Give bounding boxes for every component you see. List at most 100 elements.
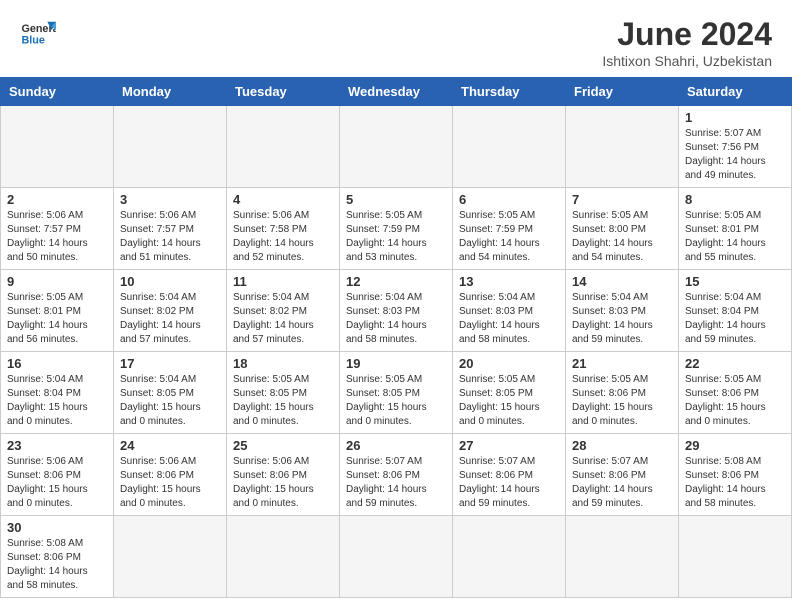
day-number: 1 [685,110,785,125]
day-info: Sunrise: 5:05 AM Sunset: 8:05 PM Dayligh… [346,373,446,429]
page-header: General Blue June 2024 Ishtixon Shahri, … [0,0,792,77]
calendar-day-cell: 13 Sunrise: 5:04 AM Sunset: 8:03 PM Dayli… [453,270,566,352]
calendar-day-cell [453,516,566,598]
weekday-header: Wednesday [340,78,453,106]
calendar-day-cell: 2 Sunrise: 5:06 AM Sunset: 7:57 PM Daylig… [1,188,114,270]
calendar-title: June 2024 [602,16,772,53]
day-number: 26 [346,438,446,453]
day-info: Sunrise: 5:05 AM Sunset: 8:01 PM Dayligh… [7,291,107,347]
title-block: June 2024 Ishtixon Shahri, Uzbekistan [602,16,772,69]
calendar-day-cell: 5 Sunrise: 5:05 AM Sunset: 7:59 PM Daylig… [340,188,453,270]
calendar-day-cell: 10Sunrise: 5:04 AM Sunset: 8:02 PM Dayli… [114,270,227,352]
day-number: 7 [572,192,672,207]
weekday-header: Monday [114,78,227,106]
day-info: Sunrise: 5:08 AM Sunset: 8:06 PM Dayligh… [7,537,107,593]
calendar-day-cell [114,106,227,188]
day-info: Sunrise: 5:07 AM Sunset: 8:06 PM Dayligh… [459,455,559,511]
calendar-day-cell [227,516,340,598]
calendar-day-cell [340,516,453,598]
day-info: Sunrise: 5:04 AM Sunset: 8:04 PM Dayligh… [7,373,107,429]
calendar-day-cell [679,516,792,598]
calendar-day-cell: 29Sunrise: 5:08 AM Sunset: 8:06 PM Dayli… [679,434,792,516]
logo: General Blue [20,16,56,52]
day-info: Sunrise: 5:05 AM Sunset: 8:05 PM Dayligh… [233,373,333,429]
day-info: Sunrise: 5:07 AM Sunset: 8:06 PM Dayligh… [346,455,446,511]
day-number: 4 [233,192,333,207]
day-number: 29 [685,438,785,453]
day-info: Sunrise: 5:07 AM Sunset: 8:06 PM Dayligh… [572,455,672,511]
calendar-day-cell: 9 Sunrise: 5:05 AM Sunset: 8:01 PM Daylig… [1,270,114,352]
day-info: Sunrise: 5:06 AM Sunset: 7:57 PM Dayligh… [7,209,107,265]
day-number: 9 [7,274,107,289]
day-info: Sunrise: 5:05 AM Sunset: 8:00 PM Dayligh… [572,209,672,265]
day-info: Sunrise: 5:04 AM Sunset: 8:03 PM Dayligh… [572,291,672,347]
calendar-day-cell: 30 Sunrise: 5:08 AM Sunset: 8:06 PM Dayli… [1,516,114,598]
day-info: Sunrise: 5:05 AM Sunset: 8:06 PM Dayligh… [572,373,672,429]
calendar-day-cell: 3 Sunrise: 5:06 AM Sunset: 7:57 PM Daylig… [114,188,227,270]
day-number: 27 [459,438,559,453]
day-number: 24 [120,438,220,453]
calendar-day-cell [340,106,453,188]
calendar-day-cell: 16 Sunrise: 5:04 AM Sunset: 8:04 PM Dayli… [1,352,114,434]
calendar-day-cell: 1Sunrise: 5:07 AM Sunset: 7:56 PM Daylig… [679,106,792,188]
calendar-day-cell: 18 Sunrise: 5:05 AM Sunset: 8:05 PM Dayli… [227,352,340,434]
weekday-header: Saturday [679,78,792,106]
day-info: Sunrise: 5:06 AM Sunset: 8:06 PM Dayligh… [7,455,107,511]
calendar-week-row: 2 Sunrise: 5:06 AM Sunset: 7:57 PM Daylig… [1,188,792,270]
calendar-day-cell: 19 Sunrise: 5:05 AM Sunset: 8:05 PM Dayli… [340,352,453,434]
day-number: 18 [233,356,333,371]
day-number: 17 [120,356,220,371]
day-info: Sunrise: 5:04 AM Sunset: 8:04 PM Dayligh… [685,291,785,347]
day-number: 19 [346,356,446,371]
calendar-header-row: SundayMondayTuesdayWednesdayThursdayFrid… [1,78,792,106]
logo-icon: General Blue [20,16,56,52]
calendar-week-row: 30 Sunrise: 5:08 AM Sunset: 8:06 PM Dayli… [1,516,792,598]
calendar-day-cell [566,516,679,598]
day-number: 16 [7,356,107,371]
weekday-header: Friday [566,78,679,106]
day-info: Sunrise: 5:04 AM Sunset: 8:05 PM Dayligh… [120,373,220,429]
day-info: Sunrise: 5:04 AM Sunset: 8:03 PM Dayligh… [346,291,446,347]
day-number: 23 [7,438,107,453]
day-number: 28 [572,438,672,453]
day-number: 12 [346,274,446,289]
calendar-week-row: 16 Sunrise: 5:04 AM Sunset: 8:04 PM Dayli… [1,352,792,434]
day-info: Sunrise: 5:04 AM Sunset: 8:02 PM Dayligh… [233,291,333,347]
calendar-week-row: 9 Sunrise: 5:05 AM Sunset: 8:01 PM Daylig… [1,270,792,352]
weekday-header: Thursday [453,78,566,106]
calendar-day-cell: 20Sunrise: 5:05 AM Sunset: 8:05 PM Dayli… [453,352,566,434]
day-number: 5 [346,192,446,207]
day-info: Sunrise: 5:06 AM Sunset: 8:06 PM Dayligh… [120,455,220,511]
calendar-day-cell [227,106,340,188]
day-number: 13 [459,274,559,289]
calendar-day-cell [453,106,566,188]
calendar-day-cell: 25 Sunrise: 5:06 AM Sunset: 8:06 PM Dayli… [227,434,340,516]
day-number: 25 [233,438,333,453]
calendar-day-cell: 11 Sunrise: 5:04 AM Sunset: 8:02 PM Dayli… [227,270,340,352]
day-number: 3 [120,192,220,207]
calendar-day-cell: 12 Sunrise: 5:04 AM Sunset: 8:03 PM Dayli… [340,270,453,352]
calendar-day-cell: 6Sunrise: 5:05 AM Sunset: 7:59 PM Daylig… [453,188,566,270]
day-number: 11 [233,274,333,289]
weekday-header: Tuesday [227,78,340,106]
weekday-header: Sunday [1,78,114,106]
calendar-day-cell: 21Sunrise: 5:05 AM Sunset: 8:06 PM Dayli… [566,352,679,434]
calendar-day-cell: 27 Sunrise: 5:07 AM Sunset: 8:06 PM Dayli… [453,434,566,516]
day-info: Sunrise: 5:06 AM Sunset: 7:58 PM Dayligh… [233,209,333,265]
calendar-day-cell [566,106,679,188]
day-info: Sunrise: 5:06 AM Sunset: 8:06 PM Dayligh… [233,455,333,511]
calendar-day-cell: 4 Sunrise: 5:06 AM Sunset: 7:58 PM Daylig… [227,188,340,270]
calendar-table: SundayMondayTuesdayWednesdayThursdayFrid… [0,77,792,598]
day-info: Sunrise: 5:05 AM Sunset: 8:01 PM Dayligh… [685,209,785,265]
day-info: Sunrise: 5:04 AM Sunset: 8:03 PM Dayligh… [459,291,559,347]
day-number: 2 [7,192,107,207]
calendar-day-cell: 28 Sunrise: 5:07 AM Sunset: 8:06 PM Dayli… [566,434,679,516]
day-info: Sunrise: 5:06 AM Sunset: 7:57 PM Dayligh… [120,209,220,265]
calendar-day-cell: 24 Sunrise: 5:06 AM Sunset: 8:06 PM Dayli… [114,434,227,516]
day-number: 30 [7,520,107,535]
day-number: 15 [685,274,785,289]
day-number: 10 [120,274,220,289]
day-number: 14 [572,274,672,289]
calendar-day-cell: 26 Sunrise: 5:07 AM Sunset: 8:06 PM Dayli… [340,434,453,516]
day-info: Sunrise: 5:05 AM Sunset: 7:59 PM Dayligh… [346,209,446,265]
